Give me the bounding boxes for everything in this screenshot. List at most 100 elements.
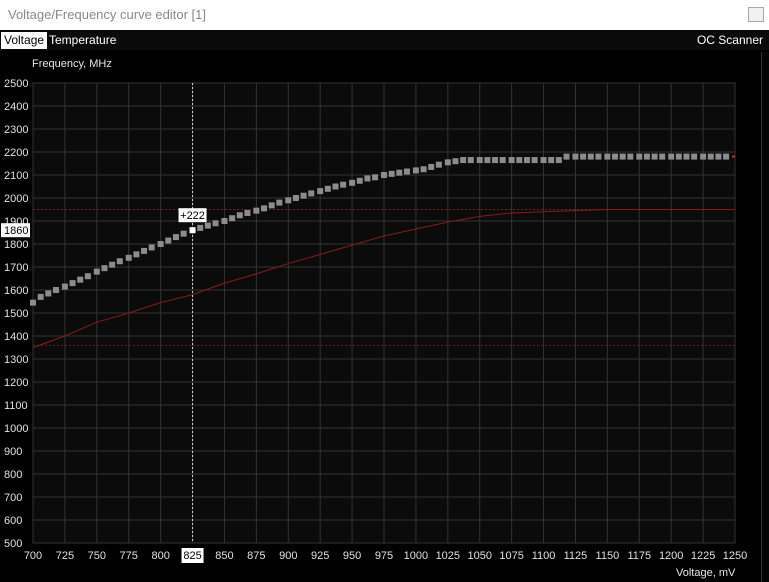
curve-point[interactable]: [364, 175, 371, 182]
curve-point[interactable]: [172, 234, 179, 241]
curve-point[interactable]: [484, 157, 491, 164]
y-tick-label: 1100: [4, 400, 28, 412]
curve-point[interactable]: [197, 224, 204, 231]
curve-point[interactable]: [372, 174, 379, 181]
curve-point[interactable]: [580, 153, 587, 160]
curve-point[interactable]: [69, 280, 76, 287]
curve-point[interactable]: [204, 222, 211, 229]
curve-point[interactable]: [508, 157, 515, 164]
curve-point[interactable]: [133, 251, 140, 258]
curve-point[interactable]: [77, 276, 84, 283]
x-tick-label: 700: [24, 550, 42, 562]
curve-point[interactable]: [125, 254, 132, 261]
vf-curve-chart[interactable]: +222250024002300220021002000190018001700…: [0, 0, 769, 582]
curve-point[interactable]: [356, 177, 363, 184]
curve-point[interactable]: [285, 197, 292, 204]
curve-point[interactable]: [300, 192, 307, 199]
curve-point[interactable]: [148, 244, 155, 251]
curve-point[interactable]: [116, 258, 123, 265]
curve-point[interactable]: [435, 161, 442, 168]
curve-point[interactable]: [349, 179, 356, 186]
curve-point[interactable]: [460, 157, 467, 164]
curve-point[interactable]: [516, 157, 523, 164]
curve-point[interactable]: [308, 190, 315, 197]
curve-point[interactable]: [276, 199, 283, 206]
curve-point[interactable]: [604, 153, 611, 160]
y-tick-label: 2400: [4, 101, 28, 113]
curve-point[interactable]: [93, 268, 100, 275]
curve-point[interactable]: [52, 287, 59, 293]
curve-point[interactable]: [492, 157, 499, 164]
curve-point[interactable]: [675, 153, 682, 160]
curve-point[interactable]: [723, 153, 730, 160]
curve-point[interactable]: [157, 241, 164, 247]
curve-point[interactable]: [45, 290, 52, 297]
curve-point[interactable]: [84, 273, 91, 280]
curve-point[interactable]: [627, 153, 634, 160]
curve-point[interactable]: [141, 247, 148, 254]
curve-point[interactable]: [452, 158, 459, 165]
curve-point[interactable]: [420, 166, 427, 173]
curve-point[interactable]: [555, 157, 562, 164]
selected-curve-point[interactable]: [189, 227, 196, 234]
curve-point[interactable]: [180, 230, 187, 237]
curve-point[interactable]: [412, 167, 419, 174]
curve-point[interactable]: [381, 172, 387, 178]
selected-voltage-label: 825: [183, 550, 201, 562]
curve-point[interactable]: [324, 185, 331, 192]
curve-point[interactable]: [563, 153, 570, 160]
curve-point[interactable]: [221, 218, 228, 224]
curve-point[interactable]: [340, 181, 347, 188]
curve-point[interactable]: [612, 153, 619, 160]
y-tick-label: 600: [4, 515, 22, 527]
curve-point[interactable]: [572, 153, 579, 160]
curve-point[interactable]: [396, 169, 403, 176]
curve-point[interactable]: [467, 157, 474, 164]
curve-point[interactable]: [683, 153, 690, 160]
curve-point[interactable]: [388, 170, 395, 177]
curve-point[interactable]: [595, 153, 602, 160]
curve-point[interactable]: [236, 212, 243, 219]
curve-point[interactable]: [715, 153, 722, 160]
curve-point[interactable]: [212, 220, 219, 227]
curve-point[interactable]: [548, 157, 555, 164]
curve-point[interactable]: [244, 209, 251, 216]
curve-point[interactable]: [317, 188, 324, 195]
x-tick-label: 750: [88, 550, 106, 562]
curve-point[interactable]: [691, 153, 698, 160]
y-tick-label: 1800: [4, 239, 28, 251]
curve-point[interactable]: [651, 153, 658, 160]
curve-point[interactable]: [540, 157, 547, 164]
curve-point[interactable]: [332, 183, 339, 190]
curve-point[interactable]: [403, 168, 410, 175]
curve-point[interactable]: [619, 153, 626, 160]
curve-point[interactable]: [101, 265, 108, 272]
curve-point[interactable]: [109, 261, 116, 268]
curve-point[interactable]: [229, 215, 236, 222]
curve-point[interactable]: [476, 157, 483, 164]
curve-point[interactable]: [261, 205, 268, 212]
curve-point[interactable]: [668, 153, 675, 160]
curve-point[interactable]: [165, 237, 172, 244]
curve-point[interactable]: [428, 163, 435, 170]
curve-point[interactable]: [292, 195, 299, 201]
curve-point[interactable]: [61, 283, 68, 290]
y-tick-label: 2100: [4, 170, 28, 182]
curve-point[interactable]: [253, 207, 260, 214]
x-tick-label: 900: [279, 550, 297, 562]
curve-point[interactable]: [531, 157, 538, 164]
curve-point[interactable]: [268, 202, 275, 209]
curve-point[interactable]: [636, 153, 643, 160]
curve-point[interactable]: [643, 153, 650, 160]
curve-point[interactable]: [499, 157, 506, 164]
curve-point[interactable]: [37, 293, 44, 300]
curve-point[interactable]: [444, 159, 451, 166]
curve-point[interactable]: [659, 153, 666, 160]
x-tick-label: 875: [247, 550, 265, 562]
curve-point[interactable]: [700, 153, 707, 160]
curve-point[interactable]: [523, 157, 530, 164]
x-tick-label: 775: [120, 550, 138, 562]
curve-point[interactable]: [30, 299, 36, 306]
curve-point[interactable]: [707, 153, 714, 160]
curve-point[interactable]: [587, 153, 594, 160]
